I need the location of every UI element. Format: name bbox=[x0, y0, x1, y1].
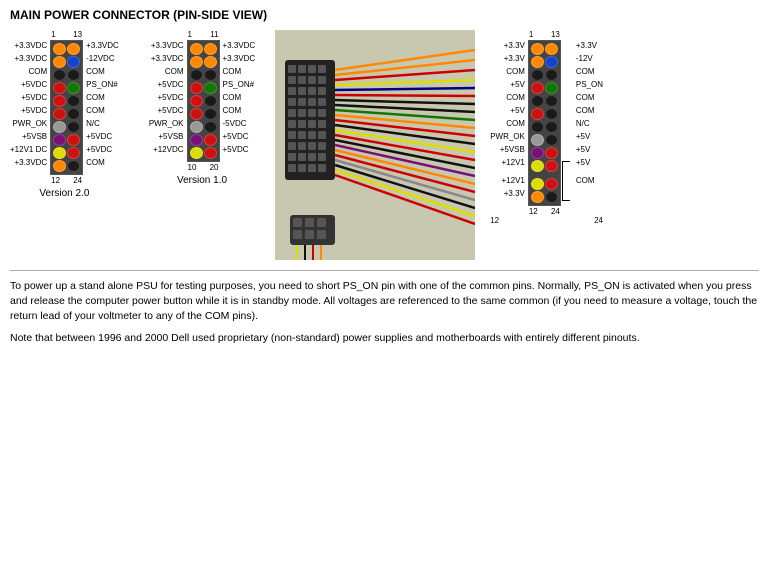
description-paragraph2: Note that between 1996 and 2000 Dell use… bbox=[10, 331, 759, 346]
v20-pin-grid: 113 1224 bbox=[50, 30, 83, 185]
v20-left-labels: +3.3VDC +3.3VDC COM +5VDC +5VDC +5VDC PW… bbox=[10, 30, 50, 178]
version20-diagram: +3.3VDC +3.3VDC COM +5VDC +5VDC +5VDC PW… bbox=[10, 30, 119, 199]
description-paragraph1: To power up a stand alone PSU for testin… bbox=[10, 279, 759, 325]
right-left-labels: +3.3V +3.3V COM +5V COM +5V COM PWR_OK +… bbox=[490, 30, 528, 209]
page-title: MAIN POWER CONNECTOR (PIN-SIDE VIEW) bbox=[10, 8, 759, 22]
v10-right-labels: +3.3VDC +3.3VDC COM PS_ON# COM COM -5VDC… bbox=[220, 30, 256, 165]
v10-pin-grid: 111 1020 bbox=[187, 30, 220, 172]
v10-version-label: Version 1.0 bbox=[177, 175, 227, 186]
right-pin-grid: 113 bbox=[528, 30, 561, 216]
v20-version-label: Version 2.0 bbox=[39, 188, 89, 199]
text-section: To power up a stand alone PSU for testin… bbox=[10, 270, 759, 346]
version10-diagram: +3.3VDC +3.3VDC COM +5VDC +5VDC +5VDC PW… bbox=[149, 30, 255, 186]
v10-left-labels: +3.3VDC +3.3VDC COM +5VDC +5VDC +5VDC PW… bbox=[149, 30, 187, 165]
right-pin-nums: 1224 bbox=[490, 216, 603, 225]
cable-photo bbox=[275, 30, 475, 260]
right-diagram: +3.3V +3.3V COM +5V COM +5V COM PWR_OK +… bbox=[490, 30, 603, 225]
v20-right-labels: +3.3VDC -12VDC COM PS_ON# COM COM N/C +5… bbox=[83, 30, 119, 178]
right-right-labels: +3.3V -12V COM PS_ON COM COM N/C +5V +5V… bbox=[573, 30, 603, 196]
